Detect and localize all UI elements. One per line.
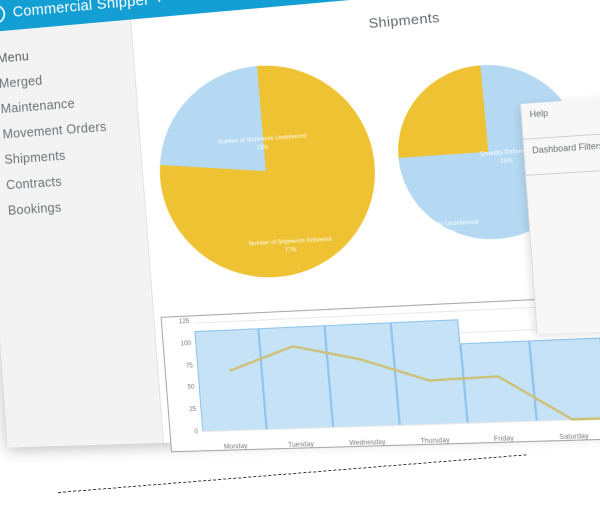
- dashboard-filters-section[interactable]: Dashboard Filters Applied Filters: [524, 132, 600, 176]
- slice-value-text: 25%: [500, 158, 513, 165]
- app-window: Commercial Shipper ▾ Fullscreen View ⚙ R…: [0, 0, 600, 448]
- slice-label-text: Quantity Undelivered: [421, 219, 479, 229]
- slice-value-text: 75%: [444, 229, 457, 236]
- x-axis-label-friday: Friday: [469, 434, 539, 444]
- x-axis-label-monday: Monday: [203, 442, 268, 451]
- additional-help-link[interactable]: Additional Help: [531, 122, 600, 134]
- slice-value-text: 77%: [285, 247, 297, 254]
- total-quantity-line-path: [228, 332, 600, 430]
- x-axis-label-tuesday: Tuesday: [268, 440, 334, 450]
- x-axis-day-labels: Monday Tuesday Wednesday Thursday Friday Satu…: [203, 430, 600, 452]
- y-axis-left-tick: 125: [162, 319, 190, 327]
- letter-p-logo-icon: [0, 2, 8, 26]
- x-axis-label-saturday: Saturday: [538, 432, 600, 442]
- x-axis-label-wednesday: Wednesday: [334, 438, 402, 448]
- y-axis-left-tick: 100: [164, 341, 192, 349]
- y-axis-left-tick: 0: [170, 429, 198, 436]
- combo-chart-shipments-quantity[interactable]: 1251007550250 3.52.82.11.40.70.0 MondayT…: [161, 291, 600, 453]
- chevron-down-icon[interactable]: ▾: [156, 0, 162, 5]
- slice-value-text: 23%: [257, 144, 269, 151]
- window-reflection: Commercial Shipper ▾ Fullscreen View ⚙ R…: [0, 486, 600, 528]
- y-axis-left-tick: 50: [167, 385, 195, 392]
- screenshot-stage: Help Additional Help Dashboard Filters A…: [0, 0, 600, 528]
- y-axis-left-tick: 75: [165, 363, 193, 370]
- dashboard-filters-title: Dashboard Filters: [532, 138, 600, 155]
- app-window-container: Commercial Shipper ▾ Fullscreen View ⚙ R…: [0, 0, 600, 448]
- help-title: Help: [529, 102, 600, 120]
- x-axis-label-thursday: Thursday: [401, 436, 470, 446]
- y-axis-left-tick: 25: [169, 407, 197, 414]
- applied-filters-link[interactable]: Applied Filters: [533, 159, 600, 171]
- app-title: Commercial Shipper: [12, 0, 150, 21]
